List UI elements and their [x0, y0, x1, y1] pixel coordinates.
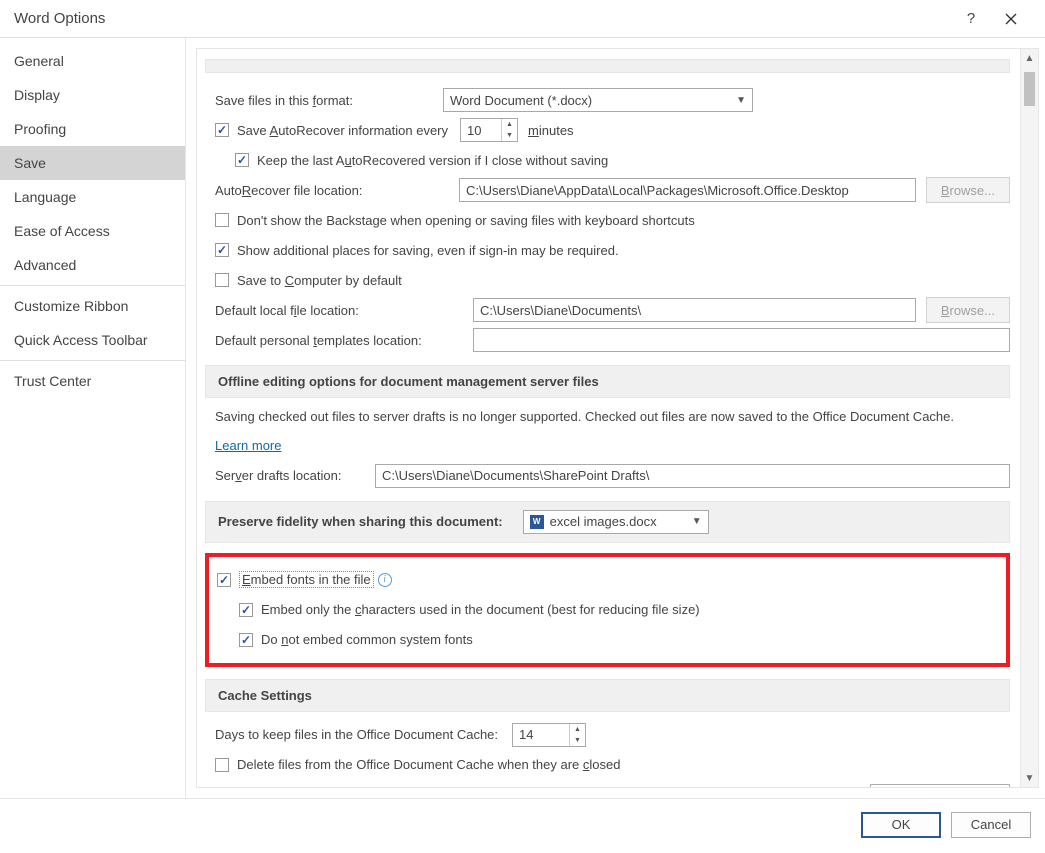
server-drafts-label: Server drafts location: — [215, 468, 375, 483]
offline-desc: Saving checked out files to server draft… — [215, 408, 1010, 427]
sidebar-item-general[interactable]: General — [0, 44, 185, 78]
save-computer-label: Save to Computer by default — [237, 273, 402, 288]
save-format-select[interactable]: Word Document (*.docx) ▼ — [443, 88, 753, 112]
scroll-track[interactable] — [1021, 67, 1038, 769]
cache-days-label: Days to keep files in the Office Documen… — [215, 727, 498, 742]
sidebar-item-trust[interactable]: Trust Center — [0, 364, 185, 398]
embed-fonts-checkbox[interactable] — [217, 573, 231, 587]
dialog-footer: OK Cancel — [0, 798, 1045, 850]
offline-section-header: Offline editing options for document man… — [205, 365, 1010, 398]
scroll-thumb[interactable] — [1024, 72, 1035, 106]
learn-more-link[interactable]: Learn more — [215, 438, 281, 453]
fidelity-section-header: Preserve fidelity when sharing this docu… — [205, 501, 1010, 543]
chevron-down-icon: ▼ — [728, 95, 746, 106]
sidebar-item-ribbon[interactable]: Customize Ribbon — [0, 289, 185, 323]
default-templates-input[interactable] — [473, 328, 1010, 352]
sidebar-item-display[interactable]: Display — [0, 78, 185, 112]
show-additional-label: Show additional places for saving, even … — [237, 243, 619, 258]
fidelity-document-select[interactable]: W excel images.docx ▼ — [523, 510, 709, 534]
autorecover-checkbox[interactable] — [215, 123, 229, 137]
embed-fonts-label: Embed fonts in the file — [239, 571, 374, 588]
autorecover-location-label: AutoRecover file location: — [215, 183, 459, 198]
sidebar-divider — [0, 360, 185, 361]
save-computer-checkbox[interactable] — [215, 273, 229, 287]
fidelity-header-label: Preserve fidelity when sharing this docu… — [218, 514, 503, 529]
cache-note: Delete files in the cache that have been… — [215, 784, 850, 788]
default-local-label: Default local file location: — [215, 303, 473, 318]
minutes-label: minutes — [528, 123, 574, 138]
section-header-cutoff — [205, 59, 1010, 73]
cache-section-header: Cache Settings — [205, 679, 1010, 712]
keep-last-label: Keep the last AutoRecovered version if I… — [257, 153, 608, 168]
chevron-up-icon[interactable]: ▲ — [570, 724, 585, 735]
chevron-up-icon[interactable]: ▲ — [502, 119, 517, 130]
save-format-label: Save files in this format: — [215, 93, 353, 108]
sidebar-item-ease[interactable]: Ease of Access — [0, 214, 185, 248]
no-backstage-checkbox[interactable] — [215, 213, 229, 227]
sidebar-item-language[interactable]: Language — [0, 180, 185, 214]
chevron-down-icon[interactable]: ▼ — [570, 735, 585, 746]
category-sidebar: General Display Proofing Save Language E… — [0, 38, 186, 798]
delete-closed-label: Delete files from the Office Document Ca… — [237, 757, 620, 772]
save-format-value: Word Document (*.docx) — [450, 93, 592, 108]
cache-days-spinner[interactable]: 14 ▲▼ — [512, 723, 586, 747]
scroll-up-icon[interactable]: ▲ — [1021, 49, 1038, 67]
delete-closed-checkbox[interactable] — [215, 758, 229, 772]
show-additional-checkbox[interactable] — [215, 243, 229, 257]
cache-days-value: 14 — [513, 724, 569, 746]
not-common-label: Do not embed common system fonts — [261, 632, 473, 647]
server-drafts-input[interactable]: C:\Users\Diane\Documents\SharePoint Draf… — [375, 464, 1010, 488]
default-templates-label: Default personal templates location: — [215, 333, 473, 348]
title-bar: Word Options ? — [0, 0, 1045, 38]
autorecover-location-input[interactable]: C:\Users\Diane\AppData\Local\Packages\Mi… — [459, 178, 916, 202]
highlighted-embed-section: Embed fonts in the file i Embed only the… — [205, 553, 1010, 667]
ok-button[interactable]: OK — [861, 812, 941, 838]
options-content: Save files in this format: Word Document… — [196, 48, 1039, 788]
sidebar-item-qat[interactable]: Quick Access Toolbar — [0, 323, 185, 357]
no-backstage-label: Don't show the Backstage when opening or… — [237, 213, 695, 228]
sidebar-item-proofing[interactable]: Proofing — [0, 112, 185, 146]
sidebar-item-save[interactable]: Save — [0, 146, 185, 180]
browse-default-local-button[interactable]: Browse... — [926, 297, 1010, 323]
autorecover-minutes-spinner[interactable]: 10 ▲▼ — [460, 118, 518, 142]
delete-cached-files-button[interactable]: Delete cached files — [870, 784, 1010, 788]
close-icon — [1005, 13, 1017, 25]
autorecover-label: Save AutoRecover information every — [237, 123, 448, 138]
help-button[interactable]: ? — [951, 1, 991, 37]
sidebar-item-advanced[interactable]: Advanced — [0, 248, 185, 282]
default-local-input[interactable]: C:\Users\Diane\Documents\ — [473, 298, 916, 322]
chevron-down-icon: ▼ — [684, 516, 702, 527]
chevron-down-icon[interactable]: ▼ — [502, 130, 517, 141]
sidebar-divider — [0, 285, 185, 286]
vertical-scrollbar[interactable]: ▲ ▼ — [1020, 49, 1038, 787]
embed-only-checkbox[interactable] — [239, 603, 253, 617]
info-icon[interactable]: i — [378, 573, 392, 587]
browse-autorecover-button[interactable]: BBrowse...rowse... — [926, 177, 1010, 203]
fidelity-document-value: excel images.docx — [550, 514, 657, 529]
close-button[interactable] — [991, 1, 1031, 37]
word-doc-icon: W — [530, 515, 544, 529]
dialog-title: Word Options — [14, 10, 105, 27]
cancel-button[interactable]: Cancel — [951, 812, 1031, 838]
scroll-down-icon[interactable]: ▼ — [1021, 769, 1038, 787]
not-common-checkbox[interactable] — [239, 633, 253, 647]
keep-last-checkbox[interactable] — [235, 153, 249, 167]
autorecover-minutes-value: 10 — [461, 119, 501, 141]
embed-only-label: Embed only the characters used in the do… — [261, 602, 700, 617]
